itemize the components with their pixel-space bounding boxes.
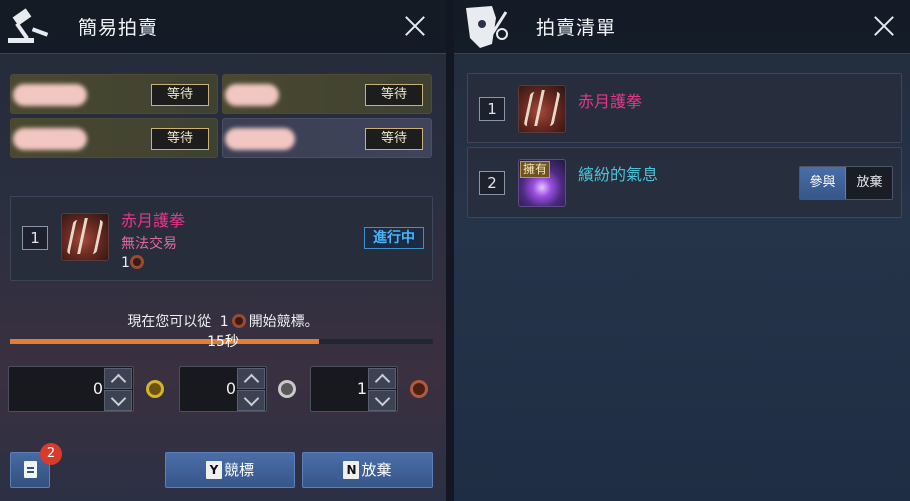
- gold-decrement-button[interactable]: [104, 390, 132, 411]
- item-quantity: 1: [121, 255, 144, 271]
- silver-bid-input[interactable]: 0: [179, 366, 267, 412]
- slot-status: 等待: [365, 84, 423, 106]
- silver-bid-value: 0: [225, 379, 236, 398]
- trade-restriction: 無法交易: [121, 236, 177, 252]
- bronze-coin-icon: [231, 314, 246, 328]
- bidder-name-redacted: [13, 128, 87, 150]
- panel-header: 拍賣清單: [454, 0, 910, 54]
- bronze-bid-input[interactable]: 1: [310, 366, 398, 412]
- bid-button[interactable]: Y 競標: [165, 452, 295, 488]
- bronze-decrement-button[interactable]: [368, 390, 396, 411]
- gauntlet-icon: [61, 213, 109, 261]
- status-badge: 進行中: [364, 227, 424, 249]
- current-item-card: 1 赤月護拳 無法交易 1 進行中: [10, 196, 433, 281]
- bronze-coin-icon: [410, 380, 428, 398]
- document-icon: [24, 461, 37, 478]
- bronze-coin-icon: [129, 255, 144, 269]
- slot-status: 等待: [151, 128, 209, 150]
- item-name: 赤月護拳: [121, 211, 186, 230]
- gold-coin-icon: [146, 380, 164, 398]
- gold-increment-button[interactable]: [104, 368, 132, 389]
- close-icon[interactable]: [870, 12, 898, 40]
- item-index: 1: [479, 97, 505, 121]
- panel-title: 簡易拍賣: [78, 17, 159, 39]
- gauntlet-icon: [518, 85, 566, 133]
- pass-button[interactable]: N 放棄: [302, 452, 433, 488]
- bidder-name-redacted: [225, 128, 295, 150]
- simple-auction-panel: 簡易拍賣 等待 等待 等待 等待 1 赤月護拳 無法交易 1 進行中 現在您可以…: [0, 0, 446, 501]
- aura-orb-icon: 擁有: [518, 159, 566, 207]
- item-index: 1: [22, 226, 48, 250]
- bidder-name-redacted: [225, 84, 279, 106]
- owned-badge: 擁有: [520, 161, 551, 178]
- mask-icon: [466, 6, 508, 48]
- panel-header: 簡易拍賣: [0, 0, 446, 54]
- item-index: 2: [479, 171, 505, 195]
- gold-bid-value: 0: [92, 379, 103, 398]
- join-button[interactable]: 參與: [800, 167, 846, 199]
- bidder-slot: 等待: [222, 74, 432, 114]
- key-hint: N: [343, 461, 360, 479]
- auction-list-panel: 拍賣清單 1 赤月護拳 2 擁有 繽紛的氣息 參與 放棄: [454, 0, 910, 501]
- key-hint: Y: [205, 461, 222, 479]
- silver-increment-button[interactable]: [237, 368, 265, 389]
- timer-label: 15秒: [207, 334, 239, 350]
- item-name: 赤月護拳: [578, 92, 643, 111]
- close-icon[interactable]: [401, 12, 429, 40]
- join-pass-toggle: 參與 放棄: [799, 166, 893, 200]
- silver-coin-icon: [278, 380, 296, 398]
- bronze-increment-button[interactable]: [368, 368, 396, 389]
- silver-decrement-button[interactable]: [237, 390, 265, 411]
- bidder-slot: 等待: [10, 118, 218, 158]
- gold-bid-input[interactable]: 0: [8, 366, 134, 412]
- panel-divider: [446, 0, 454, 501]
- bidder-slot: 等待: [10, 74, 218, 114]
- bidder-name-redacted: [13, 84, 87, 106]
- list-item[interactable]: 2 擁有 繽紛的氣息 參與 放棄: [467, 147, 902, 218]
- notification-badge: 2: [40, 443, 62, 465]
- bronze-bid-value: 1: [356, 379, 367, 398]
- panel-title: 拍賣清單: [536, 17, 617, 39]
- bidder-slot: 等待: [222, 118, 432, 158]
- giveup-button[interactable]: 放棄: [847, 167, 892, 199]
- list-item[interactable]: 1 赤月護拳: [467, 73, 902, 143]
- slot-status: 等待: [365, 128, 423, 150]
- bid-prompt: 現在您可以從 1 開始競標。: [127, 314, 319, 330]
- slot-status: 等待: [151, 84, 209, 106]
- item-name: 繽紛的氣息: [578, 165, 659, 184]
- gavel-icon: [8, 8, 49, 43]
